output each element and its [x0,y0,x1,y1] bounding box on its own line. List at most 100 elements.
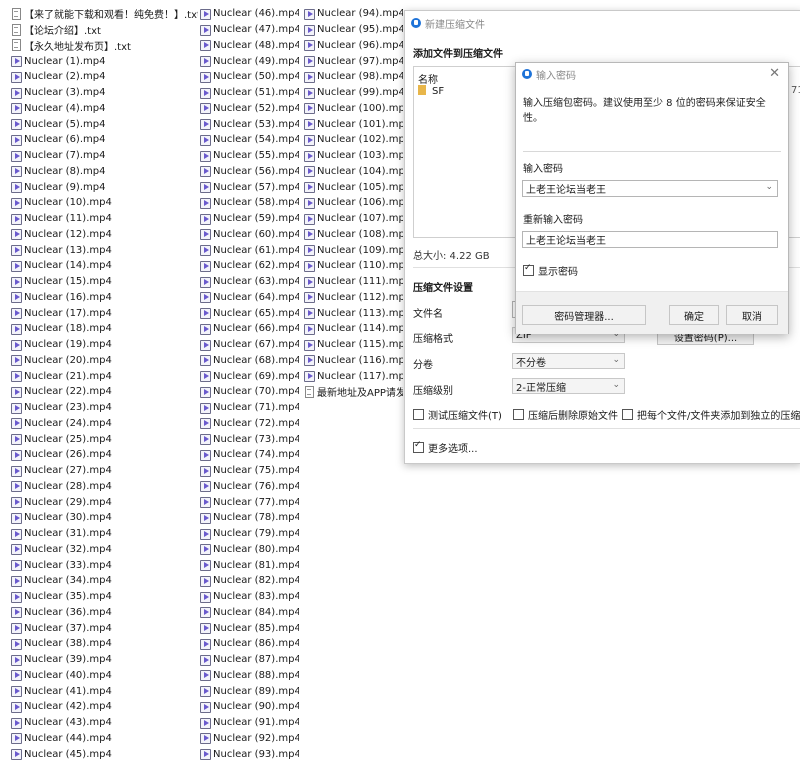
file-item[interactable]: Nuclear (43).mp4 [10,715,198,731]
file-item[interactable]: Nuclear (65).mp4 [199,305,299,321]
file-item[interactable]: Nuclear (24).mp4 [10,416,198,432]
password-input[interactable]: 上老王论坛当老王 ⌄ [522,180,778,197]
file-item[interactable]: Nuclear (55).mp4 [199,148,299,164]
file-item[interactable]: Nuclear (77).mp4 [199,494,299,510]
file-item[interactable]: Nuclear (90).mp4 [199,699,299,715]
file-item[interactable]: Nuclear (88).mp4 [199,668,299,684]
file-item[interactable]: 最新地址及APP请发邮 [303,384,403,400]
split-select[interactable]: 不分卷 ⌄ [512,353,625,369]
file-item[interactable]: Nuclear (62).mp4 [199,258,299,274]
file-item[interactable]: Nuclear (82).mp4 [199,573,299,589]
file-item[interactable]: Nuclear (20).mp4 [10,353,198,369]
file-item[interactable]: Nuclear (6).mp4 [10,132,198,148]
file-item[interactable]: Nuclear (56).mp4 [199,164,299,180]
file-item[interactable]: Nuclear (26).mp4 [10,447,198,463]
confirm-password-input[interactable]: 上老王论坛当老王 [522,231,778,248]
file-item[interactable]: Nuclear (8).mp4 [10,164,198,180]
file-item[interactable]: Nuclear (81).mp4 [199,557,299,573]
file-item[interactable]: Nuclear (72).mp4 [199,416,299,432]
file-item[interactable]: Nuclear (49).mp4 [199,53,299,69]
file-item[interactable]: Nuclear (59).mp4 [199,211,299,227]
file-item[interactable]: Nuclear (107).mp4 [303,211,403,227]
delete-source-option[interactable]: 压缩后删除原始文件 [513,407,618,422]
file-item[interactable]: 【永久地址发布页】.txt [10,38,198,54]
file-item[interactable]: Nuclear (78).mp4 [199,510,299,526]
file-item[interactable]: Nuclear (114).mp4 [303,321,403,337]
file-item[interactable]: Nuclear (40).mp4 [10,668,198,684]
file-item[interactable]: Nuclear (45).mp4 [10,746,198,762]
file-item[interactable]: Nuclear (95).mp4 [303,22,403,38]
file-item[interactable]: Nuclear (32).mp4 [10,542,198,558]
file-item[interactable]: Nuclear (42).mp4 [10,699,198,715]
chevron-down-icon[interactable]: ⌄ [765,182,773,192]
file-item[interactable]: Nuclear (85).mp4 [199,620,299,636]
file-item[interactable]: Nuclear (34).mp4 [10,573,198,589]
file-item[interactable]: Nuclear (27).mp4 [10,463,198,479]
file-item[interactable]: Nuclear (111).mp4 [303,274,403,290]
file-item[interactable]: Nuclear (106).mp4 [303,195,403,211]
file-item[interactable]: Nuclear (54).mp4 [199,132,299,148]
file-item[interactable]: Nuclear (39).mp4 [10,652,198,668]
checkbox-icon[interactable] [413,409,424,420]
file-item[interactable]: Nuclear (92).mp4 [199,731,299,747]
file-item[interactable]: Nuclear (28).mp4 [10,479,198,495]
file-item[interactable]: Nuclear (15).mp4 [10,274,198,290]
file-item[interactable]: Nuclear (51).mp4 [199,85,299,101]
file-item[interactable]: Nuclear (1).mp4 [10,53,198,69]
file-item[interactable]: Nuclear (76).mp4 [199,479,299,495]
file-item[interactable]: Nuclear (87).mp4 [199,652,299,668]
file-item[interactable]: Nuclear (116).mp4 [303,353,403,369]
file-item[interactable]: Nuclear (98).mp4 [303,69,403,85]
file-item[interactable]: Nuclear (58).mp4 [199,195,299,211]
file-item[interactable]: Nuclear (112).mp4 [303,290,403,306]
file-item[interactable]: Nuclear (21).mp4 [10,368,198,384]
file-item[interactable]: 【来了就能下载和观看！纯免费！】.txt [10,6,198,22]
file-item[interactable]: Nuclear (52).mp4 [199,101,299,117]
file-item[interactable]: Nuclear (61).mp4 [199,242,299,258]
file-item[interactable]: Nuclear (94).mp4 [303,6,403,22]
file-item[interactable]: Nuclear (18).mp4 [10,321,198,337]
more-options-toggle[interactable]: 更多选项... [413,440,478,455]
file-item[interactable]: Nuclear (47).mp4 [199,22,299,38]
file-item[interactable]: Nuclear (104).mp4 [303,164,403,180]
file-item[interactable]: Nuclear (101).mp4 [303,116,403,132]
file-item[interactable]: Nuclear (66).mp4 [199,321,299,337]
file-item[interactable]: Nuclear (64).mp4 [199,290,299,306]
file-item[interactable]: Nuclear (53).mp4 [199,116,299,132]
file-item[interactable]: Nuclear (70).mp4 [199,384,299,400]
file-item[interactable]: Nuclear (99).mp4 [303,85,403,101]
file-item[interactable]: Nuclear (73).mp4 [199,431,299,447]
password-manager-button[interactable]: 密码管理器... [522,305,646,325]
file-item[interactable]: Nuclear (10).mp4 [10,195,198,211]
file-item[interactable]: Nuclear (14).mp4 [10,258,198,274]
file-item[interactable]: Nuclear (4).mp4 [10,101,198,117]
file-item[interactable]: Nuclear (38).mp4 [10,636,198,652]
file-item[interactable]: Nuclear (25).mp4 [10,431,198,447]
file-item[interactable]: Nuclear (48).mp4 [199,38,299,54]
list-header-name[interactable]: 名称 [418,71,438,86]
file-item[interactable]: Nuclear (108).mp4 [303,227,403,243]
file-item[interactable]: Nuclear (105).mp4 [303,179,403,195]
file-item[interactable]: Nuclear (50).mp4 [199,69,299,85]
cancel-button[interactable]: 取消 [726,305,778,325]
file-item[interactable]: Nuclear (97).mp4 [303,53,403,69]
file-item[interactable]: Nuclear (7).mp4 [10,148,198,164]
file-item[interactable]: Nuclear (110).mp4 [303,258,403,274]
file-item[interactable]: Nuclear (63).mp4 [199,274,299,290]
file-item[interactable]: Nuclear (36).mp4 [10,605,198,621]
close-icon[interactable]: ✕ [769,66,780,81]
file-item[interactable]: Nuclear (35).mp4 [10,589,198,605]
file-item[interactable]: Nuclear (12).mp4 [10,227,198,243]
show-password-option[interactable]: 显示密码 [523,263,578,278]
file-item[interactable]: Nuclear (103).mp4 [303,148,403,164]
file-item[interactable]: Nuclear (33).mp4 [10,557,198,573]
file-item[interactable]: Nuclear (11).mp4 [10,211,198,227]
checkbox-checked-icon[interactable] [413,440,424,453]
file-item[interactable]: Nuclear (86).mp4 [199,636,299,652]
file-item[interactable]: Nuclear (113).mp4 [303,305,403,321]
file-item[interactable]: Nuclear (100).mp4 [303,101,403,117]
file-item[interactable]: Nuclear (57).mp4 [199,179,299,195]
file-item[interactable]: Nuclear (115).mp4 [303,337,403,353]
file-item[interactable]: Nuclear (13).mp4 [10,242,198,258]
file-item[interactable]: Nuclear (41).mp4 [10,683,198,699]
